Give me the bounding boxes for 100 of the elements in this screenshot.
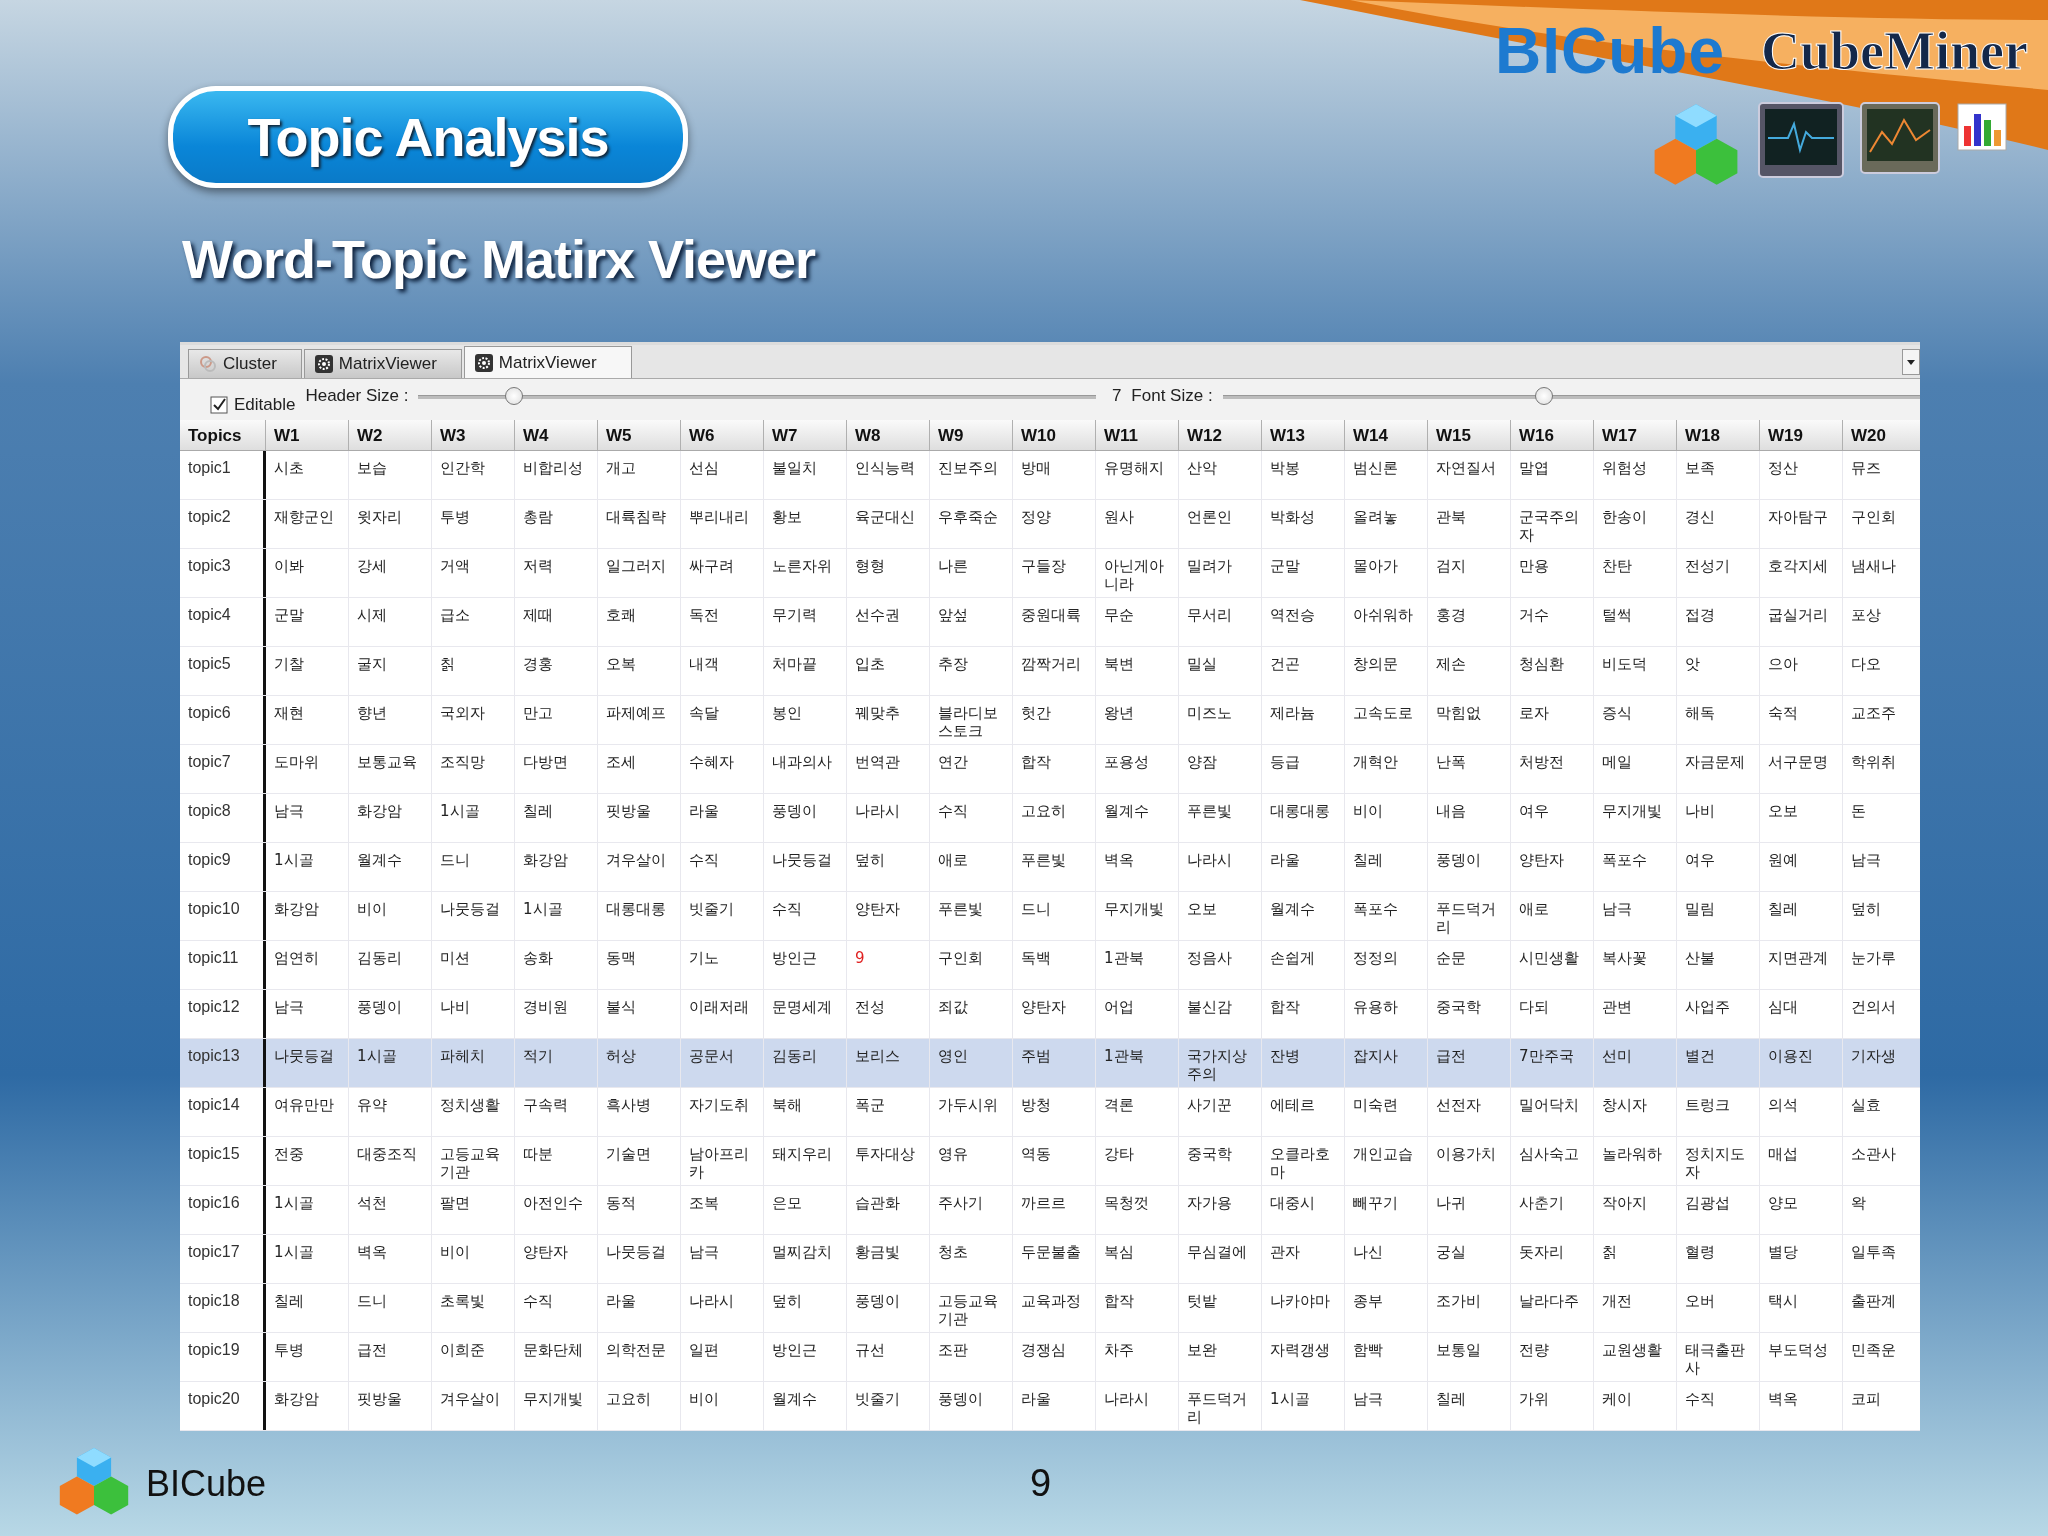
table-cell: 투병 xyxy=(266,1333,349,1381)
table-row[interactable]: topic13 나뭇등걸 1시골 파헤치 적기 허상 공문서 김동리 보리스 영인 주범 1관북 국가지상주의 잔병 잡지사 급전 7만주국 선미 별건 이용진 기자생 xyxy=(180,1039,1920,1088)
column-header[interactable]: W14 xyxy=(1345,420,1428,450)
table-cell: 조판 xyxy=(930,1333,1013,1381)
table-cell: 별건 xyxy=(1677,1039,1760,1087)
table-row[interactable]: topic14 여유만만 유약 정치생활 구속력 흑사병 자기도취 북해 폭군 가두시위 방청 격론 사기꾼 에테르 미숙련 선전자 밀어닥치 창시자 트렁크 의석 실효 xyxy=(180,1088,1920,1137)
table-cell: 대중조직 xyxy=(349,1137,432,1185)
table-cell: 추장 xyxy=(930,647,1013,695)
table-cell: 사기꾼 xyxy=(1179,1088,1262,1136)
table-cell: 의학전문 xyxy=(598,1333,681,1381)
table-cell: 김광섭 xyxy=(1677,1186,1760,1234)
table-cell: 애로 xyxy=(930,843,1013,891)
column-header[interactable]: W4 xyxy=(515,420,598,450)
column-header[interactable]: W8 xyxy=(847,420,930,450)
column-header[interactable]: W10 xyxy=(1013,420,1096,450)
column-header[interactable]: W18 xyxy=(1677,420,1760,450)
font-size-slider[interactable] xyxy=(1535,386,1554,405)
table-row[interactable]: topic18 칠레 드니 초록빛 수직 라울 나라시 덮히 풍뎅이 고등교육기관 교육과정 합작 텃밭 나카야마 종부 조가비 날라다주 개전 오버 택시 출판계 xyxy=(180,1284,1920,1333)
table-cell: 향년 xyxy=(349,696,432,744)
table-cell: 나귀 xyxy=(1428,1186,1511,1234)
column-header[interactable]: W3 xyxy=(432,420,515,450)
table-cell: 풍뎅이 xyxy=(764,794,847,842)
editable-checkbox[interactable]: Editable xyxy=(210,394,296,415)
tab-menu-button[interactable] xyxy=(1902,349,1920,375)
table-row[interactable]: topic16 1시골 석천 팔면 아전인수 동적 조복 은모 습관화 주사기 까르르 목청껏 자가용 대중시 빼꾸기 나귀 사춘기 작아지 김광섭 양모 왁 xyxy=(180,1186,1920,1235)
table-cell: 북변 xyxy=(1096,647,1179,695)
table-row[interactable]: topic3 이봐 강세 거액 저력 일그러지 싸구려 노른자위 형형 나른 구들장 아닌게아니라 밀려가 군말 몰아가 검지 만용 찬탄 전성기 호각지세 냄새나 xyxy=(180,549,1920,598)
table-cell: 김동리 xyxy=(349,941,432,989)
table-cell: 포용성 xyxy=(1096,745,1179,793)
table-row[interactable]: topic9 1시골 월계수 드니 화강암 겨우살이 수직 나뭇등걸 덮히 애로 푸른빛 벽옥 나라시 라울 칠레 풍뎅이 양탄자 폭포수 여우 원예 남극 xyxy=(180,843,1920,892)
column-header[interactable]: W9 xyxy=(930,420,1013,450)
table-row[interactable]: topic17 1시골 벽옥 비이 양탄자 나뭇등걸 남극 멀찌감치 황금빛 청초 두문불출 복심 무심결에 관자 나신 궁실 돗자리 칡 혈령 별당 일투족 xyxy=(180,1235,1920,1284)
table-cell: 가위 xyxy=(1511,1382,1594,1430)
title-banner: Topic Analysis xyxy=(168,86,688,188)
tab[interactable]: Cluster xyxy=(188,349,302,379)
table-row[interactable]: topic10 화강암 비이 나뭇등걸 1시골 대롱대롱 빗줄기 수직 양탄자 푸른빛 드니 무지개빛 오보 월계수 폭포수 푸드덕거리 애로 남극 밀림 칠레 덮히 xyxy=(180,892,1920,941)
table-cell: 몰아가 xyxy=(1345,549,1428,597)
table-cell: 기노 xyxy=(681,941,764,989)
column-header[interactable]: W11 xyxy=(1096,420,1179,450)
table-row[interactable]: topic15 전중 대중조직 고등교육기관 따분 기술면 남아프리카 돼지우리 투자대상 영유 역동 강타 중국학 오클라호마 개인교습 이용가치 심사숙고 놀라워하 정치지도자 매섭 소관사 xyxy=(180,1137,1920,1186)
table-cell: 나뭇등걸 xyxy=(764,843,847,891)
tab[interactable]: MatrixViewer xyxy=(463,346,632,379)
table-row[interactable]: topic1 시초 보습 인간학 비합리성 개고 선심 불일치 인식능력 진보주의 방매 유명해지 산악 박봉 범신론 자연질서 말엽 위험성 보족 정산 뮤즈 xyxy=(180,451,1920,500)
column-header[interactable]: W12 xyxy=(1179,420,1262,450)
table-cell: 강세 xyxy=(349,549,432,597)
table-cell: 강타 xyxy=(1096,1137,1179,1185)
table-cell: 구속력 xyxy=(515,1088,598,1136)
column-header[interactable]: W13 xyxy=(1262,420,1345,450)
table-cell: 잡지사 xyxy=(1345,1039,1428,1087)
table-cell: 번역관 xyxy=(847,745,930,793)
table-cell: 여우 xyxy=(1511,794,1594,842)
table-cell: 따분 xyxy=(515,1137,598,1185)
table-row[interactable]: topic4 군말 시제 급소 제때 호쾌 독전 무기력 선수권 앞섶 중원대륙 무순 무서리 역전승 아쉬워하 홍경 거수 털썩 접경 굽실거리 포상 xyxy=(180,598,1920,647)
table-cell: 유약 xyxy=(349,1088,432,1136)
table-cell: 박봉 xyxy=(1262,451,1345,499)
table-cell: 무서리 xyxy=(1179,598,1262,646)
table-row[interactable]: topic20 화강암 핏방울 겨우살이 무지개빛 고요히 비이 월계수 빗줄기 풍뎅이 라울 나라시 푸드덕거리 1시골 남극 칠레 가위 케이 수직 벽옥 코피 xyxy=(180,1382,1920,1431)
table-cell: 중국학 xyxy=(1428,990,1511,1038)
chart-monitor-icon xyxy=(1860,102,1940,174)
table-row[interactable]: topic19 투병 급전 이희준 문화단체 의학전문 일편 방인근 규선 조판 경쟁심 차주 보완 자력갱생 함빡 보통일 전량 교원생활 태극출판사 부도덕성 민족운 xyxy=(180,1333,1920,1382)
table-cell: 경비원 xyxy=(515,990,598,1038)
column-header[interactable]: W16 xyxy=(1511,420,1594,450)
table-row[interactable]: topic2 재향군인 윗자리 투병 총람 대륙침략 뿌리내리 황보 육군대신 우후죽순 정양 원사 언론인 박화성 올려놓 관북 군국주의자 한송이 경신 자아탐구 구인회 xyxy=(180,500,1920,549)
table-cell: 드니 xyxy=(432,843,515,891)
table-cell: 조직망 xyxy=(432,745,515,793)
table-cell: 미즈노 xyxy=(1179,696,1262,744)
table-row[interactable]: topic6 재현 향년 국외자 만고 파제예프 속달 봉인 꿰맞추 블라디보스토크 헛간 왕년 미즈노 제라늄 고속도로 막힘없 로자 증식 해독 숙적 교조주 xyxy=(180,696,1920,745)
column-header[interactable]: W5 xyxy=(598,420,681,450)
table-row[interactable]: topic5 기찰 굴지 칡 경홍 오복 내객 처마끝 입초 추장 깜짝거리 북변 밀실 건곤 창의문 제손 청심환 비도덕 앗 으아 다오 xyxy=(180,647,1920,696)
table-cell: 아쉬워하 xyxy=(1345,598,1428,646)
table-cell: 복심 xyxy=(1096,1235,1179,1283)
table-cell: 실효 xyxy=(1843,1088,1920,1136)
column-header[interactable]: W20 xyxy=(1843,420,1920,450)
column-header[interactable]: W6 xyxy=(681,420,764,450)
table-cell: 교조주 xyxy=(1843,696,1920,744)
header-size-slider[interactable] xyxy=(505,386,524,405)
table-cell: 개혁안 xyxy=(1345,745,1428,793)
column-header[interactable]: W15 xyxy=(1428,420,1511,450)
table-row[interactable]: topic7 도마위 보통교육 조직망 다방면 조세 수혜자 내과의사 번역관 연간 합작 포용성 양잠 등급 개혁안 난폭 처방전 메일 자금문제 서구문명 학위취 xyxy=(180,745,1920,794)
table-cell: 뿌리내리 xyxy=(681,500,764,548)
table-row[interactable]: topic12 남극 풍뎅이 나비 경비원 불식 이래저래 문명세계 전성 죄값 양탄자 어업 불신감 합작 유용하 중국학 다되 관변 사업주 심대 건의서 xyxy=(180,990,1920,1039)
column-header[interactable]: W1 xyxy=(266,420,349,450)
tab[interactable]: MatrixViewer xyxy=(303,349,462,379)
column-header[interactable]: Topics xyxy=(180,420,266,450)
table-cell: 풍뎅이 xyxy=(930,1382,1013,1430)
table-cell: 내객 xyxy=(681,647,764,695)
table-cell: 푸른빛 xyxy=(930,892,1013,940)
column-header[interactable]: W7 xyxy=(764,420,847,450)
table-cell: 연간 xyxy=(930,745,1013,793)
table-cell: 보리스 xyxy=(847,1039,930,1087)
table-row[interactable]: topic11 엄연히 김동리 미션 송화 동맥 기노 방인근 9 구인회 독백 1관북 정음사 손쉽게 정정의 순문 시민생활 복사꽃 산불 지면관계 눈가루 xyxy=(180,941,1920,990)
table-cell: 밀어닥치 xyxy=(1511,1088,1594,1136)
table-cell: 일그러지 xyxy=(598,549,681,597)
table-cell: 노른자위 xyxy=(764,549,847,597)
column-header[interactable]: W19 xyxy=(1760,420,1843,450)
table-cell: 독전 xyxy=(681,598,764,646)
table-cell: 검지 xyxy=(1428,549,1511,597)
table-row[interactable]: topic8 남극 화강암 1시골 칠레 핏방울 라울 풍뎅이 나라시 수직 고요히 월계수 푸른빛 대롱대롱 비이 내음 여우 무지개빛 나비 오보 돈 xyxy=(180,794,1920,843)
column-header[interactable]: W2 xyxy=(349,420,432,450)
column-header[interactable]: W17 xyxy=(1594,420,1677,450)
